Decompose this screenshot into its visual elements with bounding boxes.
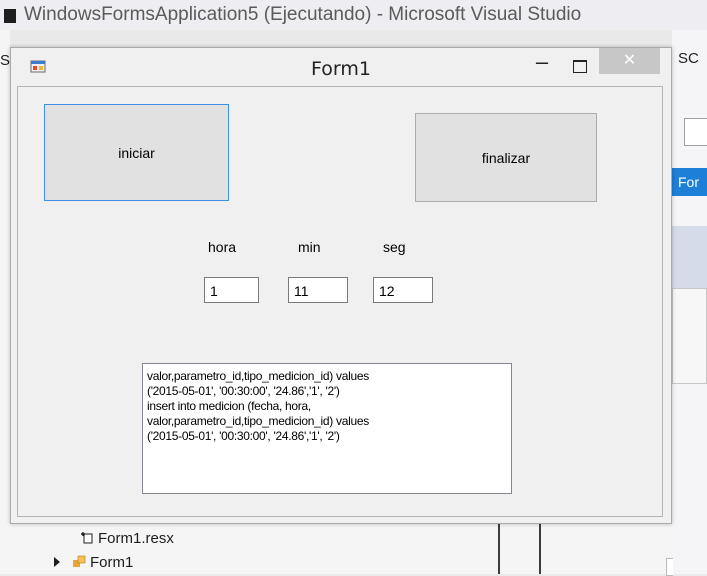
form-title: Form1 xyxy=(311,58,371,80)
finalizar-button[interactable]: finalizar xyxy=(415,113,597,202)
vs-right-box xyxy=(672,288,707,384)
seg-input[interactable]: 12 xyxy=(373,277,433,303)
hora-label: hora xyxy=(208,239,237,255)
resource-file-icon xyxy=(80,531,94,544)
solution-item-label: Form1 xyxy=(90,554,134,571)
hora-input[interactable]: 1 xyxy=(204,277,259,303)
iniciar-button[interactable]: iniciar xyxy=(44,104,229,201)
vs-splitter xyxy=(498,524,500,574)
solution-item-form1-resx[interactable]: Form1.resx xyxy=(80,530,174,547)
vs-right-panel: SC xyxy=(672,30,707,574)
solution-item-form1[interactable]: Form1 xyxy=(54,554,133,571)
seg-label: seg xyxy=(383,239,406,255)
close-button[interactable]: ✕ xyxy=(599,48,660,74)
solution-item-label: Form1.resx xyxy=(98,530,174,547)
form-titlebar[interactable]: Form1 – ✕ xyxy=(11,48,671,86)
vs-title-bar: WindowsFormsApplication5 (Ejecutando) - … xyxy=(0,0,707,30)
expand-arrow-icon[interactable] xyxy=(54,557,60,567)
minimize-button[interactable]: – xyxy=(526,50,558,78)
solution-explorer: Form1.resx Form1 xyxy=(10,524,673,576)
vs-right-tab[interactable]: For xyxy=(672,168,707,196)
form-class-icon xyxy=(72,555,86,568)
vs-window-title: WindowsFormsApplication5 (Ejecutando) - … xyxy=(24,4,582,25)
maximize-button[interactable] xyxy=(573,60,587,73)
vs-left-strip: S xyxy=(0,30,10,574)
vs-bottom-box xyxy=(666,558,673,576)
form1-window: Form1 – ✕ iniciar finalizar hora min seg… xyxy=(10,47,672,524)
sql-output-textbox[interactable]: valor,parametro_id,tipo_medicion_id) val… xyxy=(142,363,512,494)
vs-right-input[interactable] xyxy=(684,118,707,146)
min-input[interactable]: 11 xyxy=(288,277,348,303)
vs-left-fragment: S xyxy=(0,52,11,69)
close-icon: ✕ xyxy=(622,52,637,69)
vs-splitter xyxy=(539,524,541,574)
vs-logo-icon xyxy=(4,9,16,23)
min-label: min xyxy=(298,239,321,255)
form-client-area: iniciar finalizar hora min seg 1 11 12 v… xyxy=(17,86,663,517)
vs-right-label: SC xyxy=(678,50,699,67)
